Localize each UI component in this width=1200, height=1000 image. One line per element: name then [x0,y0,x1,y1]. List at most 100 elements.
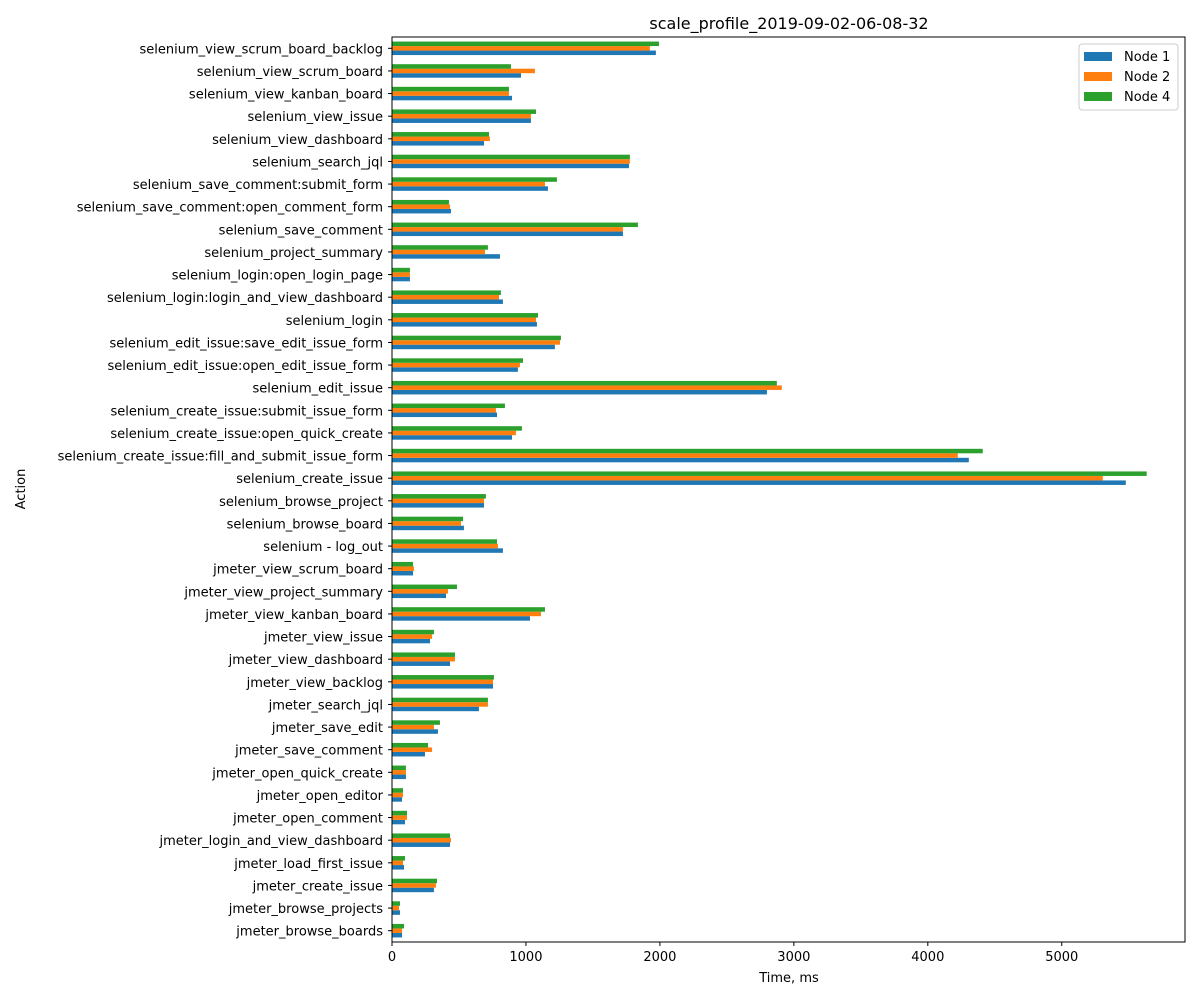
bar-node-1 [392,661,451,666]
bar-node-2 [392,679,494,685]
bar-node-1 [392,186,548,191]
y-tick-label: selenium_save_comment:open_comment_form [77,201,383,216]
bar-node-4 [392,516,463,522]
bar-node-1 [392,548,503,553]
bar-node-2 [392,747,433,752]
y-tick-label: jmeter_save_comment [234,744,383,759]
y-tick-label: selenium_view_kanban_board [189,88,383,103]
bar-node-1 [392,865,405,870]
bar-node-4 [392,652,455,657]
bar-node-2 [392,113,531,119]
bar-node-1 [392,910,401,915]
bar-node-4 [392,267,410,273]
bar-node-2 [392,46,650,51]
bar-node-4 [392,222,638,228]
x-tick-label: 0 [388,950,396,965]
bar-node-2 [392,702,488,707]
y-tick-label: jmeter_view_dashboard [228,653,383,668]
bar-node-1 [392,457,969,463]
y-tick-label: jmeter_view_project_summary [183,585,383,600]
y-tick-label: jmeter_search_jql [268,698,383,713]
y-tick-label: jmeter_open_quick_create [211,766,383,781]
y-tick-label: selenium_edit_issue [253,382,384,397]
y-tick-label: jmeter_view_kanban_board [204,608,383,623]
y-tick-label: selenium_edit_issue:open_edit_issue_form [108,359,383,374]
x-tick-label: 1000 [509,950,542,965]
chart-title: scale_profile_2019-09-02-06-08-32 [649,14,928,34]
y-tick-label: jmeter_save_edit [271,721,383,736]
bar-node-4 [392,154,630,160]
bar-node-1 [392,480,1126,485]
bar-node-2 [392,837,451,843]
bar-node-1 [392,819,405,825]
bar-node-2 [392,656,455,662]
bar-node-4 [392,86,509,92]
bar-node-2 [392,408,496,413]
bar-node-2 [392,815,408,820]
bar-node-2 [392,634,433,639]
bar-node-4 [392,245,488,250]
y-tick-label: selenium_view_issue [248,110,383,125]
bar-node-4 [392,335,561,341]
bar-node-2 [392,430,516,436]
bar-node-2 [392,770,406,775]
bar-node-4 [392,132,489,137]
bar-node-1 [392,412,498,418]
bar-node-1 [392,638,431,644]
bar-node-2 [392,181,545,187]
bar-node-2 [392,249,485,255]
bar-node-4 [392,584,457,590]
bar-node-1 [392,50,656,56]
bar-node-4 [392,742,429,748]
x-tick-label: 2000 [643,950,676,965]
bar-node-2 [392,453,958,458]
y-tick-label: jmeter_load_first_issue [233,857,383,872]
bar-node-2 [392,385,782,390]
legend-swatch [1084,52,1112,61]
bar-node-4 [392,403,505,409]
bar-node-1 [392,932,403,938]
bar-node-1 [392,389,767,395]
bar-node-4 [392,901,401,906]
legend-label: Node 1 [1124,50,1170,65]
bar-node-2 [392,521,461,526]
bar-node-4 [392,561,414,567]
y-tick-label: jmeter_view_backlog [246,676,383,691]
bar-node-4 [392,199,449,205]
bar-node-2 [392,860,403,866]
bar-node-2 [392,362,520,368]
bar-node-1 [392,344,555,350]
y-tick-label: selenium_view_scrum_board [197,65,383,80]
bar-node-1 [392,322,537,327]
bar-node-4 [392,426,522,431]
bar-node-1 [392,435,513,440]
y-tick-label: jmeter_login_and_view_dashboard [158,834,383,849]
bar-node-1 [392,887,434,893]
bar-node-1 [392,797,403,802]
bar-node-2 [392,792,403,798]
bar-node-2 [392,724,434,730]
bar-node-2 [392,294,500,300]
bar-node-2 [392,475,1103,481]
bar-node-1 [392,525,464,531]
bar-node-4 [392,675,494,680]
y-tick-label: selenium_edit_issue:save_edit_issue_form [110,336,383,351]
y-tick-label: selenium_view_dashboard [212,133,383,148]
bar-node-1 [392,95,513,101]
y-axis-label: Action [14,469,29,510]
y-tick-label: selenium_create_issue:open_quick_create [110,427,383,442]
y-tick-label: selenium_search_jql [252,155,383,170]
bar-node-4 [392,765,406,771]
bar-node-2 [392,905,399,911]
bar-node-4 [392,109,536,114]
bar-chart: scale_profile_2019-09-02-06-08-32 seleni… [0,0,1200,1000]
bar-node-4 [392,313,539,318]
y-tick-label: jmeter_browse_projects [228,902,384,917]
bar-node-4 [392,380,777,386]
bar-node-1 [392,842,451,847]
bar-node-2 [392,204,451,209]
x-tick-label: 5000 [1045,950,1078,965]
bar-node-1 [392,367,518,372]
bar-node-4 [392,607,545,612]
y-tick-label: selenium_login [286,314,383,329]
